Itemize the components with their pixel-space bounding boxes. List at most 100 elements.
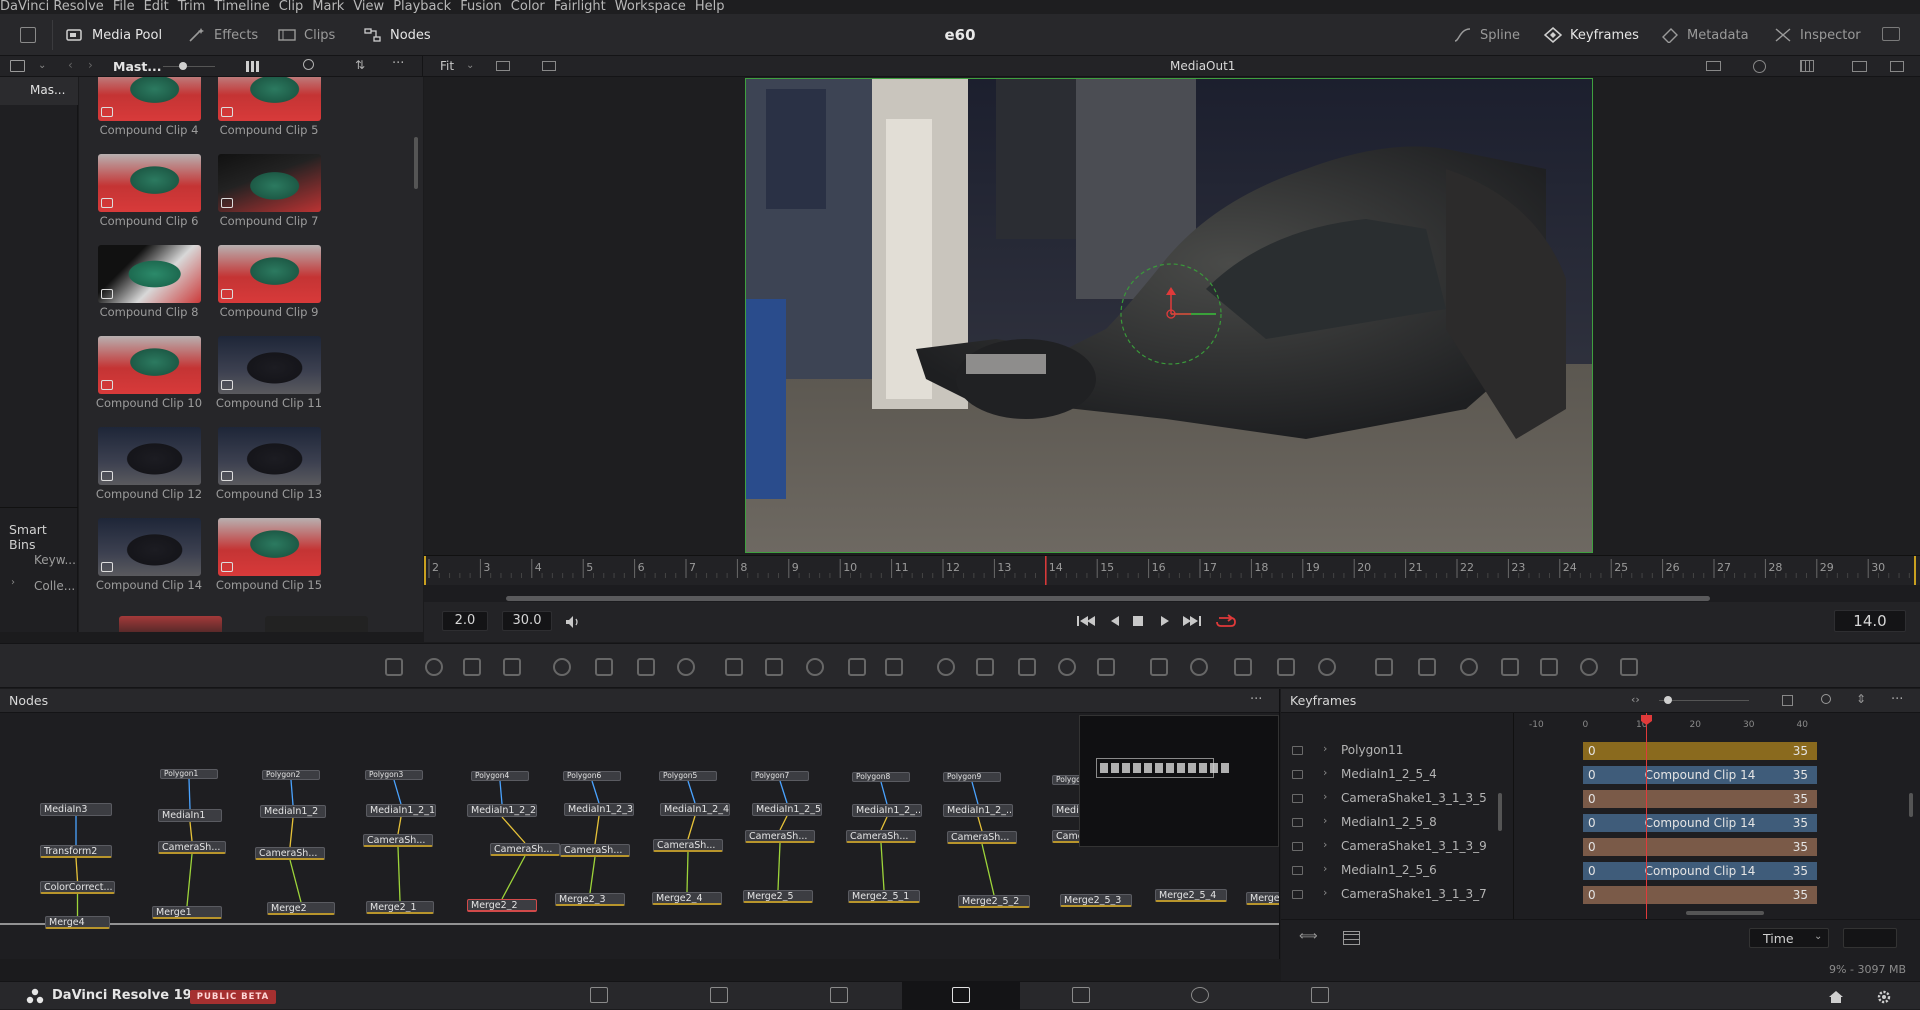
clips-button[interactable]: Clips xyxy=(278,14,335,56)
chevron-down-icon[interactable]: ⌄ xyxy=(38,60,46,71)
lock-icon[interactable] xyxy=(1292,866,1303,875)
color-space-icon[interactable] xyxy=(1753,60,1766,73)
bitmap-mask-icon[interactable] xyxy=(1097,658,1115,676)
node-merge-last[interactable]: Merge xyxy=(1246,892,1279,905)
rectangle-mask-icon[interactable] xyxy=(937,658,955,676)
search-icon[interactable] xyxy=(303,59,314,70)
menu-item[interactable]: Help xyxy=(695,0,734,14)
lock-icon[interactable] xyxy=(1292,818,1303,827)
shape-3d-icon[interactable] xyxy=(1277,658,1295,676)
clip-thumbnail[interactable]: Compound Clip 4 xyxy=(95,77,203,151)
master-bin[interactable]: Mas... xyxy=(0,77,78,105)
node-camerash9[interactable]: CameraSh... xyxy=(947,831,1017,844)
view-options-icon[interactable] xyxy=(542,61,556,71)
keyframe-list-scrollbar[interactable] xyxy=(1498,793,1502,831)
transform-tool-icon[interactable] xyxy=(885,658,903,676)
node-mediain1-2-2[interactable]: MediaIn1_2_2 xyxy=(467,804,537,817)
chevron-down-icon[interactable]: ⌄ xyxy=(466,60,474,71)
play-icon[interactable] xyxy=(1159,614,1171,628)
media-pool-button[interactable]: Media Pool xyxy=(66,14,162,56)
keyframe-track-row[interactable]: › CameraShake1_3_1_3_9 xyxy=(1281,836,1511,858)
keyframe-playhead[interactable] xyxy=(1646,713,1647,935)
menu-item[interactable]: Mark xyxy=(312,0,353,14)
node-camerash2[interactable]: CameraSh... xyxy=(255,847,325,860)
light-3d-icon[interactable] xyxy=(1460,658,1478,676)
nodes-button[interactable]: Nodes xyxy=(364,14,431,56)
time-stretch-icon[interactable]: ⟺ xyxy=(1299,929,1318,944)
clip-thumbnail[interactable]: Compound Clip 12 xyxy=(95,427,203,515)
polygon-mask-icon[interactable] xyxy=(1018,658,1036,676)
forward-icon[interactable]: › xyxy=(88,58,93,72)
node-mediain1-2-1[interactable]: MediaIn1_2_1 xyxy=(366,804,436,817)
node-mediain3[interactable]: MediaIn3 xyxy=(40,803,112,816)
settings-gear-icon[interactable] xyxy=(1876,989,1892,1005)
channel-tool-icon[interactable] xyxy=(765,658,783,676)
chevron-right-icon[interactable]: › xyxy=(11,577,15,588)
clip-thumbnail[interactable]: Compound Clip 9 xyxy=(215,245,323,333)
node-mediain1-2[interactable]: MediaIn1_2 xyxy=(260,805,326,818)
node-polygon10[interactable]: Polygor xyxy=(1052,775,1082,785)
menu-item[interactable]: Fairlight xyxy=(554,0,615,14)
node-merge2-4[interactable]: Merge2_4 xyxy=(652,892,722,905)
node-polygon4[interactable]: Polygon4 xyxy=(471,771,529,781)
chevron-right-icon[interactable]: › xyxy=(1323,790,1327,803)
keyframe-track-row[interactable]: › MediaIn1_2_5_6 xyxy=(1281,860,1511,882)
menu-item[interactable]: Timeline xyxy=(214,0,278,14)
cut-page-icon[interactable] xyxy=(710,987,728,1003)
keyframe-track-row[interactable]: › MediaIn1_2_5_4 xyxy=(1281,764,1511,786)
display-icon[interactable] xyxy=(1706,61,1721,71)
keyframe-track-row[interactable]: › CameraShake1_3_1_3_5 xyxy=(1281,788,1511,810)
clip-thumbnail[interactable]: Compound Clip 14 xyxy=(95,518,203,606)
node-colorcorrect[interactable]: ColorCorrect... xyxy=(40,881,115,894)
keyframes-button[interactable]: Keyframes xyxy=(1544,14,1639,56)
chevron-right-icon[interactable]: › xyxy=(1323,838,1327,851)
thumb-size-slider[interactable] xyxy=(163,66,215,67)
sidebar-toggle-icon[interactable] xyxy=(10,60,25,72)
sort-icon[interactable]: ⇅ xyxy=(355,58,365,72)
fog-3d-icon[interactable] xyxy=(1540,658,1558,676)
node-merge2[interactable]: Merge2 xyxy=(267,902,335,915)
play-reverse-icon[interactable] xyxy=(1109,614,1121,628)
text-tool-icon[interactable] xyxy=(463,658,481,676)
node-mediain1[interactable]: MediaIn1 xyxy=(158,809,222,822)
node-camerash7[interactable]: CameraSh... xyxy=(745,830,815,843)
node-mediain1-2-a[interactable]: MediaIn1_2_... xyxy=(852,804,922,817)
node-merge4[interactable]: Merge4 xyxy=(45,916,110,929)
fairlight-page-icon[interactable] xyxy=(1191,987,1209,1003)
zoom-fit-icon[interactable]: ‹› xyxy=(1631,693,1640,706)
render-end-field[interactable]: 30.0 xyxy=(502,611,552,631)
node-polygon9[interactable]: Polygon9 xyxy=(943,772,1001,782)
renderer-3d-icon[interactable] xyxy=(1501,658,1519,676)
merge-3d-icon[interactable] xyxy=(1318,658,1336,676)
color-tool-icon[interactable] xyxy=(677,658,695,676)
clip-thumbnail[interactable]: Compound Clip 10 xyxy=(95,336,203,424)
gradient-tool-icon[interactable] xyxy=(595,658,613,676)
matte-tool-icon[interactable] xyxy=(806,658,824,676)
paint-tool-icon[interactable] xyxy=(503,658,521,676)
time-ruler[interactable]: 2 3 4 5 6 7 8 9 10 11 12 13 14 15 16 17 18 19 20 21 22 23 24 25… xyxy=(424,555,1920,586)
inspector-button[interactable]: Inspector xyxy=(1774,14,1861,56)
clip-thumbnail[interactable]: Compound Clip 11 xyxy=(215,336,323,424)
spreadsheet-icon[interactable] xyxy=(1343,931,1360,945)
node-merge2-5-4[interactable]: Merge2_5_4 xyxy=(1155,889,1227,902)
keyframe-span-bar[interactable]: 0 35 xyxy=(1583,838,1817,856)
node-camerash6[interactable]: CameraSh... xyxy=(653,839,723,852)
slider-handle[interactable] xyxy=(179,62,187,70)
node-polygon1[interactable]: Polygon1 xyxy=(160,769,218,779)
clip-thumbnail[interactable]: Compound Clip 8 xyxy=(95,245,203,333)
back-icon[interactable]: ‹ xyxy=(68,58,73,72)
node-merge2-5-2[interactable]: Merge2_5_2 xyxy=(958,895,1030,908)
menu-item[interactable]: Edit xyxy=(144,0,178,14)
viewer-scrollbar-thumb[interactable] xyxy=(506,596,1710,601)
current-time-field[interactable]: 14.0 xyxy=(1834,610,1906,632)
key-tool-icon[interactable] xyxy=(848,658,866,676)
node-mediain1-2-4[interactable]: MediaIn1_2_4 xyxy=(660,803,730,816)
render-start-field[interactable]: 2.0 xyxy=(442,611,488,631)
node-camerash8[interactable]: CameraSh... xyxy=(846,830,916,843)
grid-view-icon[interactable] xyxy=(246,61,260,72)
keyframe-zoom-slider[interactable] xyxy=(1659,700,1749,701)
keyframe-span-bar[interactable]: 0 35 xyxy=(1583,886,1817,904)
node-merge2-5-3[interactable]: Merge2_5_3 xyxy=(1060,894,1132,907)
chevron-right-icon[interactable]: › xyxy=(1323,814,1327,827)
stop-icon[interactable] xyxy=(1132,615,1144,627)
